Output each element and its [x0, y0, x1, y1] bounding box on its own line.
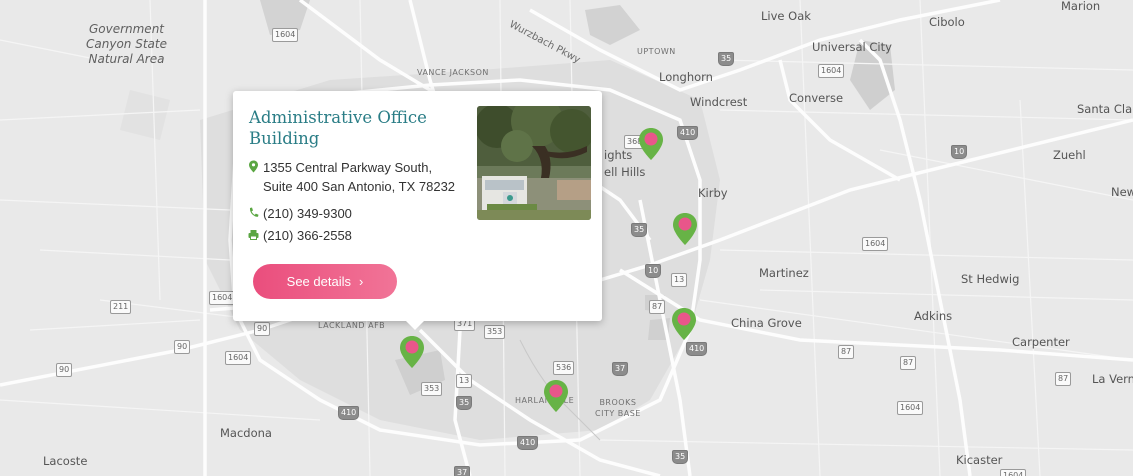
shield-536: 536 — [553, 361, 575, 375]
shield-90: 90 — [56, 363, 73, 377]
location-info-popup: Administrative Office Building 1355 Cent… — [233, 91, 602, 330]
shield-87: 87 — [1055, 372, 1072, 386]
shield-87: 87 — [838, 345, 855, 359]
label-kicaster: Kicaster — [956, 453, 1003, 467]
shield-13: 13 — [671, 273, 688, 287]
label-carpenter: Carpenter — [1012, 335, 1070, 349]
shield-35: 35 — [631, 223, 648, 237]
shield-1604: 1604 — [897, 401, 924, 415]
label-kirby: Kirby — [698, 186, 728, 200]
phone-icon — [249, 207, 259, 217]
shield-1604: 1604 — [225, 351, 252, 365]
label-macdona: Macdona — [220, 426, 272, 440]
address-line-2: Suite 400 San Antonio, TX 78232 — [263, 179, 456, 194]
shield-353: 353 — [421, 382, 443, 396]
chevron-right-icon: › — [358, 274, 364, 289]
label-cibolo: Cibolo — [929, 15, 965, 29]
shield-87: 87 — [649, 300, 666, 314]
shield-1604: 1604 — [818, 64, 845, 78]
label-china-grove: China Grove — [731, 316, 802, 330]
location-pin[interactable] — [671, 307, 697, 341]
label-santa-clara: Santa Clara — [1077, 102, 1133, 116]
shield-10: 10 — [951, 145, 968, 159]
label-lacoste: Lacoste — [43, 454, 88, 468]
shield-410: 410 — [686, 342, 708, 356]
label-converse: Converse — [789, 91, 844, 105]
shield-10: 10 — [645, 264, 662, 278]
shield-35: 35 — [672, 450, 689, 464]
shield-35: 35 — [456, 396, 473, 410]
location-pin[interactable] — [638, 127, 664, 161]
shield-1604: 1604 — [1000, 469, 1027, 476]
location-pin-selected[interactable] — [399, 335, 425, 369]
shield-87: 87 — [900, 356, 917, 370]
label-longhorn: Longhorn — [659, 70, 713, 84]
label-adkins: Adkins — [914, 309, 953, 323]
label-ell-hills: ell Hills — [604, 165, 646, 179]
shield-90: 90 — [254, 322, 271, 336]
label-new: New — [1111, 185, 1133, 199]
building-photo — [477, 106, 591, 220]
label-martinez: Martinez — [759, 266, 809, 280]
shield-90: 90 — [174, 340, 191, 354]
label-la-vernia: La Verni — [1092, 372, 1133, 386]
shield-1604: 1604 — [209, 291, 236, 305]
fax-icon — [248, 230, 259, 240]
shield-37: 37 — [454, 466, 471, 476]
shield-353: 353 — [484, 325, 506, 339]
label-heights: ights — [604, 148, 633, 162]
shield-1604: 1604 — [272, 28, 299, 42]
shield-1604: 1604 — [862, 237, 889, 251]
location-pin[interactable] — [672, 212, 698, 246]
label-live-oak: Live Oak — [761, 9, 811, 23]
shield-37: 37 — [612, 362, 629, 376]
label-government-canyon: Government Canyon State Natural Area — [86, 22, 167, 66]
building-photo-image — [477, 106, 591, 220]
phone-number[interactable]: (210) 349-9300 — [263, 204, 352, 223]
location-pin[interactable] — [543, 379, 569, 413]
see-details-button[interactable]: See details › — [253, 264, 397, 299]
shield-35: 35 — [718, 52, 735, 66]
map-canvas[interactable]: Government Canyon State Natural Area VAN… — [0, 0, 1133, 476]
label-lackland: LACKLAND AFB — [318, 321, 386, 330]
shield-410: 410 — [517, 436, 539, 450]
map-marker-icon — [249, 160, 258, 173]
fax-number: (210) 366-2558 — [263, 228, 352, 243]
label-marion: Marion — [1061, 0, 1101, 13]
label-vance-jackson: VANCE JACKSON — [417, 68, 489, 77]
label-st-hedwig: St Hedwig — [961, 272, 1020, 286]
popup-title[interactable]: Administrative Office Building — [249, 107, 449, 149]
shield-13: 13 — [456, 374, 473, 388]
label-zuehl: Zuehl — [1053, 148, 1086, 162]
label-universal-city: Universal City — [812, 40, 892, 54]
shield-410: 410 — [677, 126, 699, 140]
see-details-label: See details — [286, 274, 351, 289]
shield-410: 410 — [338, 406, 360, 420]
shield-211: 211 — [110, 300, 132, 314]
address-line-1: 1355 Central Parkway South, — [263, 160, 433, 175]
label-windcrest: Windcrest — [690, 95, 748, 109]
label-uptown: UPTOWN — [637, 47, 676, 56]
label-brooks: BROOKS CITY BASE — [595, 398, 641, 418]
